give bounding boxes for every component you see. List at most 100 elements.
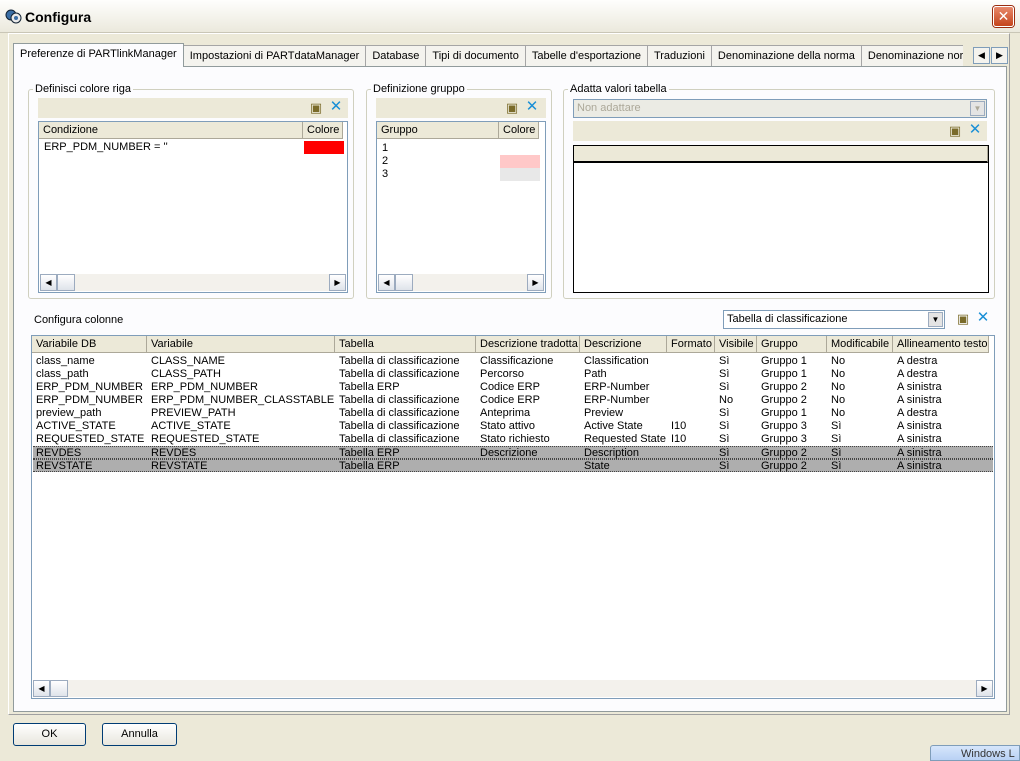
- column-header-descrizione[interactable]: Descrizione: [580, 336, 667, 353]
- adapt-values-list[interactable]: [573, 145, 989, 293]
- column-header-group[interactable]: Gruppo: [377, 122, 499, 139]
- cell-descrizione-tradotta: Anteprima: [480, 407, 531, 419]
- new-icon[interactable]: ▣: [955, 311, 971, 327]
- list-item[interactable]: ERP_PDM_NUMBER = '': [40, 141, 346, 154]
- table-type-select[interactable]: Tabella di classificazione ▼: [723, 310, 945, 329]
- delete-icon[interactable]: ✕: [524, 99, 540, 115]
- cell-variabile-db: class_name: [36, 355, 95, 367]
- cell-gruppo: Gruppo 3: [761, 420, 807, 432]
- cell-tabella: Tabella di classificazione: [339, 407, 460, 419]
- cell-visibile: Sì: [719, 433, 730, 445]
- cell-variabile-db: ERP_PDM_NUMBER: [36, 381, 143, 393]
- scroll-right-icon[interactable]: ▶: [527, 274, 544, 291]
- cell-gruppo: Gruppo 2: [761, 460, 807, 472]
- tab-scroll-right-icon[interactable]: ▶: [991, 47, 1008, 64]
- list-item[interactable]: 2: [378, 155, 544, 168]
- tab-scroll: ◀ ▶: [973, 47, 1009, 64]
- cell-gruppo: Gruppo 2: [761, 394, 807, 406]
- column-header-descrizione-tradotta[interactable]: Descrizione tradotta: [476, 336, 580, 353]
- column-header-allineamento-testo[interactable]: Allineamento testo: [893, 336, 989, 353]
- column-header-formato[interactable]: Formato: [667, 336, 715, 353]
- cell-modificabile: No: [831, 407, 846, 419]
- column-header-variabile-db[interactable]: Variabile DB: [32, 336, 147, 353]
- cell-visibile: Sì: [719, 381, 730, 393]
- color-swatch: [304, 141, 344, 154]
- tab-document-types[interactable]: Tipi di documento: [425, 45, 526, 67]
- column-header-modificabile[interactable]: Modificabile: [827, 336, 893, 353]
- column-header-color[interactable]: Colore: [499, 122, 539, 139]
- column-header-visibile[interactable]: Visibile: [715, 336, 757, 353]
- tab-partdatamanager[interactable]: Impostazioni di PARTdataManager: [182, 45, 367, 67]
- horizontal-scrollbar[interactable]: ◀ ▶: [33, 680, 993, 697]
- column-header-condition[interactable]: Condizione: [39, 122, 303, 139]
- cell-variabile: CLASS_PATH: [151, 368, 221, 380]
- tab-norm-name-2[interactable]: Denominazione norm: [860, 45, 963, 67]
- adapt-values-header: [574, 146, 988, 163]
- horizontal-scrollbar[interactable]: ◀ ▶: [40, 274, 346, 291]
- cell-gruppo: Gruppo 1: [761, 355, 807, 367]
- delete-icon[interactable]: ✕: [328, 99, 344, 115]
- group-list[interactable]: Gruppo Colore 1 2 3 ◀ ▶: [376, 121, 546, 293]
- cell-modificabile: Sì: [831, 460, 842, 472]
- cell-allineamento-testo: A destra: [897, 368, 938, 380]
- tab-database[interactable]: Database: [365, 45, 427, 67]
- column-header-color[interactable]: Colore: [303, 122, 343, 139]
- close-icon[interactable]: ✕: [993, 6, 1014, 27]
- table-row[interactable]: ACTIVE_STATE ACTIVE_STATE Tabella di class…: [33, 420, 993, 433]
- new-icon[interactable]: ▣: [308, 100, 324, 116]
- scroll-thumb[interactable]: [395, 274, 413, 291]
- adapt-values-select[interactable]: Non adattare ▼: [573, 99, 987, 118]
- column-header-tabella[interactable]: Tabella: [335, 336, 476, 353]
- cell-tabella: Tabella di classificazione: [339, 355, 460, 367]
- column-header-gruppo[interactable]: Gruppo: [757, 336, 827, 353]
- columns-table[interactable]: Variabile DB Variabile Tabella Descrizione …: [31, 335, 995, 699]
- list-item[interactable]: 3: [378, 168, 544, 181]
- scroll-thumb[interactable]: [57, 274, 75, 291]
- scroll-left-icon[interactable]: ◀: [33, 680, 50, 697]
- cancel-button[interactable]: Annulla: [102, 723, 177, 746]
- delete-icon[interactable]: ✕: [975, 310, 991, 326]
- cell-visibile: No: [719, 394, 734, 406]
- horizontal-scrollbar[interactable]: ◀ ▶: [378, 274, 544, 291]
- cell-descrizione: ERP-Number: [584, 381, 650, 393]
- tab-norm-name[interactable]: Denominazione della norma: [710, 45, 862, 67]
- window-title: Configura: [25, 9, 92, 25]
- scroll-left-icon[interactable]: ◀: [378, 274, 395, 291]
- scroll-right-icon[interactable]: ▶: [329, 274, 346, 291]
- new-icon[interactable]: ▣: [947, 123, 963, 139]
- cell-descrizione: ERP-Number: [584, 394, 650, 406]
- tab-scroll-left-icon[interactable]: ◀: [973, 47, 990, 64]
- tab-panel: Definisci colore riga ▣ ✕ Condizione Col…: [13, 66, 1007, 712]
- table-row[interactable]: class_path CLASS_PATH Tabella di classific…: [33, 368, 993, 381]
- column-header-variabile[interactable]: Variabile: [147, 336, 335, 353]
- adapt-values-select-value: Non adattare: [577, 102, 641, 114]
- table-row[interactable]: ERP_PDM_NUMBER ERP_PDM_NUMBER_CLASSTABLE T…: [33, 394, 993, 407]
- table-row[interactable]: REVDES REVDES Tabella ERP Descrizione Descri…: [33, 446, 993, 459]
- table-row[interactable]: REVSTATE REVSTATE Tabella ERP State Sì Gruppo…: [33, 459, 993, 472]
- cell-descrizione-tradotta: Classificazione: [480, 355, 554, 367]
- delete-icon[interactable]: ✕: [967, 122, 983, 138]
- scroll-right-icon[interactable]: ▶: [976, 680, 993, 697]
- chevron-down-icon[interactable]: ▼: [928, 312, 943, 327]
- list-item[interactable]: 1: [378, 142, 544, 155]
- scroll-left-icon[interactable]: ◀: [40, 274, 57, 291]
- table-row[interactable]: ERP_PDM_NUMBER ERP_PDM_NUMBER Tabella ERP C…: [33, 381, 993, 394]
- scroll-thumb[interactable]: [50, 680, 68, 697]
- cell-descrizione: Active State: [584, 420, 643, 432]
- table-row[interactable]: class_name CLASS_NAME Tabella di classific…: [33, 355, 993, 368]
- group-cell: 3: [382, 168, 389, 180]
- cell-gruppo: Gruppo 1: [761, 368, 807, 380]
- tab-export-tables[interactable]: Tabelle d'esportazione: [524, 45, 648, 67]
- chevron-down-icon[interactable]: ▼: [970, 101, 985, 116]
- taskbar-item[interactable]: Windows L: [930, 745, 1020, 761]
- table-row[interactable]: preview_path PREVIEW_PATH Tabella di class…: [33, 407, 993, 420]
- tab-partlinkmanager[interactable]: Preferenze di PARTlinkManager: [13, 43, 184, 67]
- cell-visibile: Sì: [719, 368, 730, 380]
- ok-button[interactable]: OK: [13, 723, 86, 746]
- new-icon[interactable]: ▣: [504, 100, 520, 116]
- cell-formato: I10: [671, 420, 687, 432]
- cell-modificabile: Sì: [831, 420, 842, 432]
- tab-translations[interactable]: Traduzioni: [646, 45, 712, 67]
- row-color-list[interactable]: Condizione Colore ERP_PDM_NUMBER = '' ◀ …: [38, 121, 348, 293]
- table-row[interactable]: REQUESTED_STATE REQUESTED_STATE Tabella di…: [33, 433, 993, 446]
